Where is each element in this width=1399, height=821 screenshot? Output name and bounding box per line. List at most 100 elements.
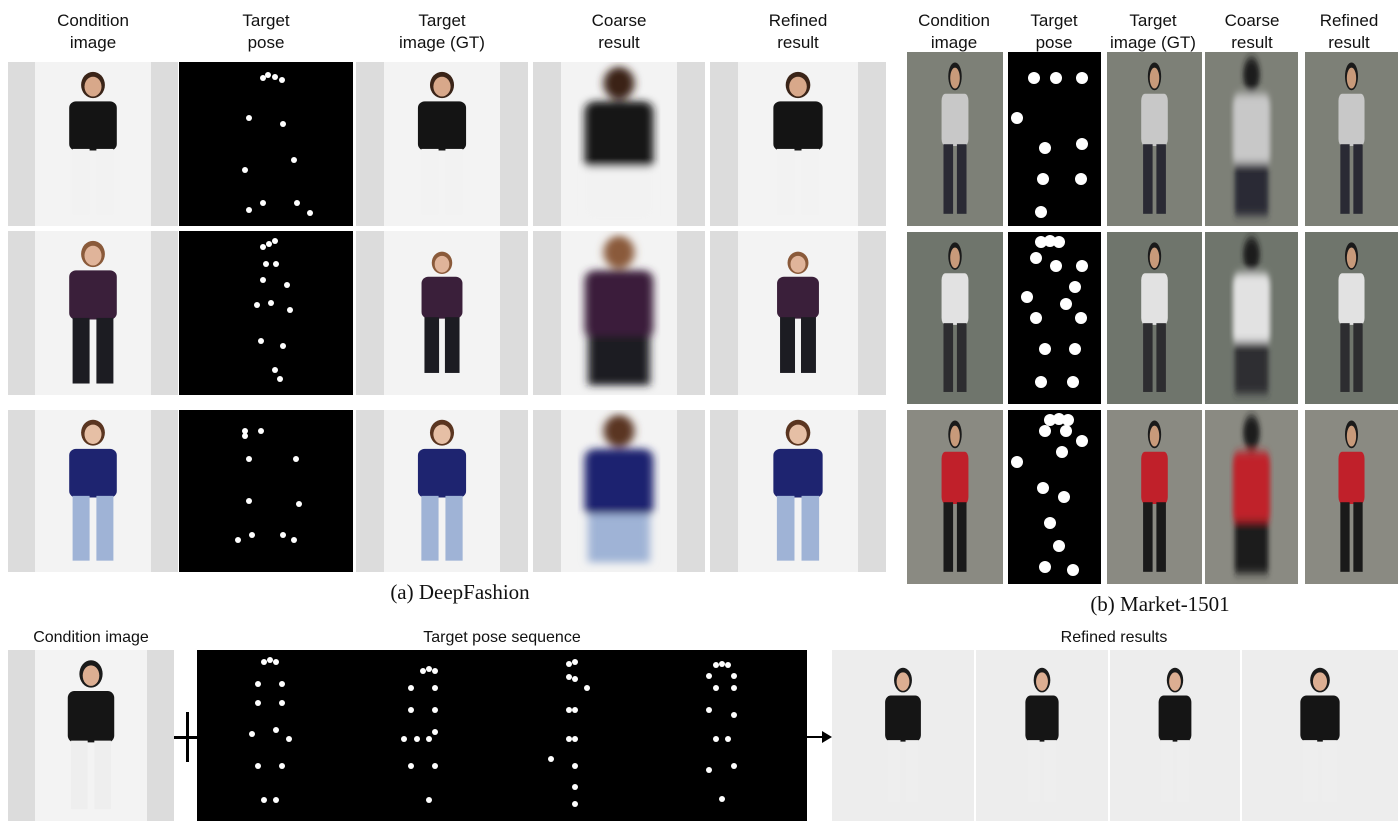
pose-keypoint — [245, 114, 252, 121]
pose-keypoint — [296, 500, 303, 507]
pose-keypoint — [1067, 564, 1080, 577]
person-figure — [69, 419, 117, 561]
pose-keypoint — [290, 157, 297, 164]
df-header-pose: Target pose — [242, 11, 290, 52]
mk-refined-result — [1305, 52, 1398, 226]
pose-keypoint — [1074, 173, 1087, 186]
pose-keypoint — [1028, 72, 1041, 85]
df-target-image — [356, 231, 528, 395]
df-refined-result — [710, 62, 886, 226]
pose-keypoint — [242, 167, 249, 174]
pose-keypoint — [712, 662, 719, 669]
pose-keypoint — [235, 536, 242, 543]
pose-keypoint — [271, 367, 278, 374]
pose-keypoint — [248, 730, 255, 737]
person-figure — [417, 419, 467, 561]
mk-header-gt: Target image (GT) — [1110, 11, 1196, 52]
pose-keypoint — [431, 684, 438, 691]
person-figure — [421, 251, 463, 373]
pose-keypoint — [292, 455, 299, 462]
pose-keypoint — [572, 763, 579, 770]
mk-pose-map — [1008, 52, 1101, 226]
pose-keypoint — [547, 756, 554, 763]
person-figure — [69, 240, 117, 384]
df-header-refined: Refined result — [768, 11, 828, 52]
df-target-image — [356, 410, 528, 572]
pose-keypoint — [259, 200, 266, 207]
person-figure — [417, 71, 467, 215]
person-figure — [777, 251, 819, 373]
df-blur-2 — [584, 414, 654, 563]
df-pose-map — [179, 410, 353, 572]
pose-keypoint — [294, 200, 301, 207]
person-figure — [1338, 242, 1365, 392]
plus-icon-bar — [174, 736, 201, 739]
person-figure — [69, 71, 117, 215]
pose-keypoint — [257, 337, 264, 344]
pose-keypoint — [1074, 312, 1087, 324]
pose-keypoint — [706, 706, 713, 713]
seq-refined-result — [1110, 650, 1240, 821]
pose-keypoint — [1039, 424, 1052, 437]
pose-keypoint — [280, 121, 287, 128]
pose-keypoint — [425, 735, 432, 742]
pose-keypoint — [261, 658, 268, 665]
mk-condition-image — [907, 232, 1003, 404]
pose-keypoint — [401, 735, 408, 742]
pose-keypoint — [279, 763, 286, 770]
mk-target-image — [1107, 232, 1202, 404]
pose-keypoint — [273, 658, 280, 665]
pose-keypoint — [425, 797, 432, 804]
df-refined-result — [710, 410, 886, 572]
mk-caption: (b) Market-1501 — [1090, 592, 1230, 616]
person-figure — [773, 71, 823, 215]
pose-keypoint — [572, 706, 579, 713]
df-condition-image — [8, 231, 178, 395]
pose-keypoint — [1039, 342, 1052, 355]
pose-keypoint — [1068, 342, 1081, 355]
pose-keypoint — [259, 244, 266, 251]
person-figure — [67, 660, 115, 810]
df-header-condition: Condition image — [57, 11, 129, 52]
mk-blur-0 — [1232, 57, 1271, 216]
pose-keypoint — [407, 706, 414, 713]
pose-keypoint — [1050, 72, 1063, 85]
seq-condition-image — [8, 650, 174, 821]
pose-keypoint — [280, 342, 287, 349]
pose-keypoint — [257, 428, 264, 435]
mk-target-image — [1107, 410, 1202, 584]
mk-pose-map — [1008, 410, 1101, 584]
pose-keypoint — [261, 797, 268, 804]
pose-keypoint — [267, 657, 274, 664]
pose-keypoint — [279, 681, 286, 688]
pose-keypoint — [1076, 435, 1089, 448]
mk-refined-result — [1305, 410, 1398, 584]
mk-condition-image — [907, 52, 1003, 226]
pose-keypoint — [1039, 141, 1052, 154]
person-figure — [1158, 667, 1192, 802]
pose-keypoint — [572, 676, 579, 683]
person-figure — [1141, 420, 1168, 572]
pose-keypoint — [1029, 251, 1042, 264]
person-figure — [1141, 62, 1168, 214]
pose-keypoint — [724, 662, 731, 669]
seq-refined-result — [832, 650, 974, 821]
pose-keypoint — [1068, 281, 1081, 294]
df-coarse-result — [533, 231, 705, 395]
pose-keypoint — [730, 763, 737, 770]
mk-blur-1 — [1232, 237, 1271, 394]
pose-keypoint — [1076, 138, 1089, 151]
pose-keypoint — [254, 301, 261, 308]
seq-pose-label: Target pose sequence — [423, 629, 581, 646]
pose-keypoint — [242, 432, 249, 439]
pose-keypoint — [1039, 560, 1052, 573]
df-blur-1 — [584, 235, 654, 386]
df-target-image — [356, 62, 528, 226]
pose-keypoint — [431, 729, 438, 736]
seq-refined-result — [976, 650, 1108, 821]
pose-keypoint — [1053, 539, 1066, 552]
pose-keypoint — [1057, 491, 1070, 503]
pose-keypoint — [407, 684, 414, 691]
pose-keypoint — [1053, 236, 1066, 249]
df-coarse-result — [533, 62, 705, 226]
